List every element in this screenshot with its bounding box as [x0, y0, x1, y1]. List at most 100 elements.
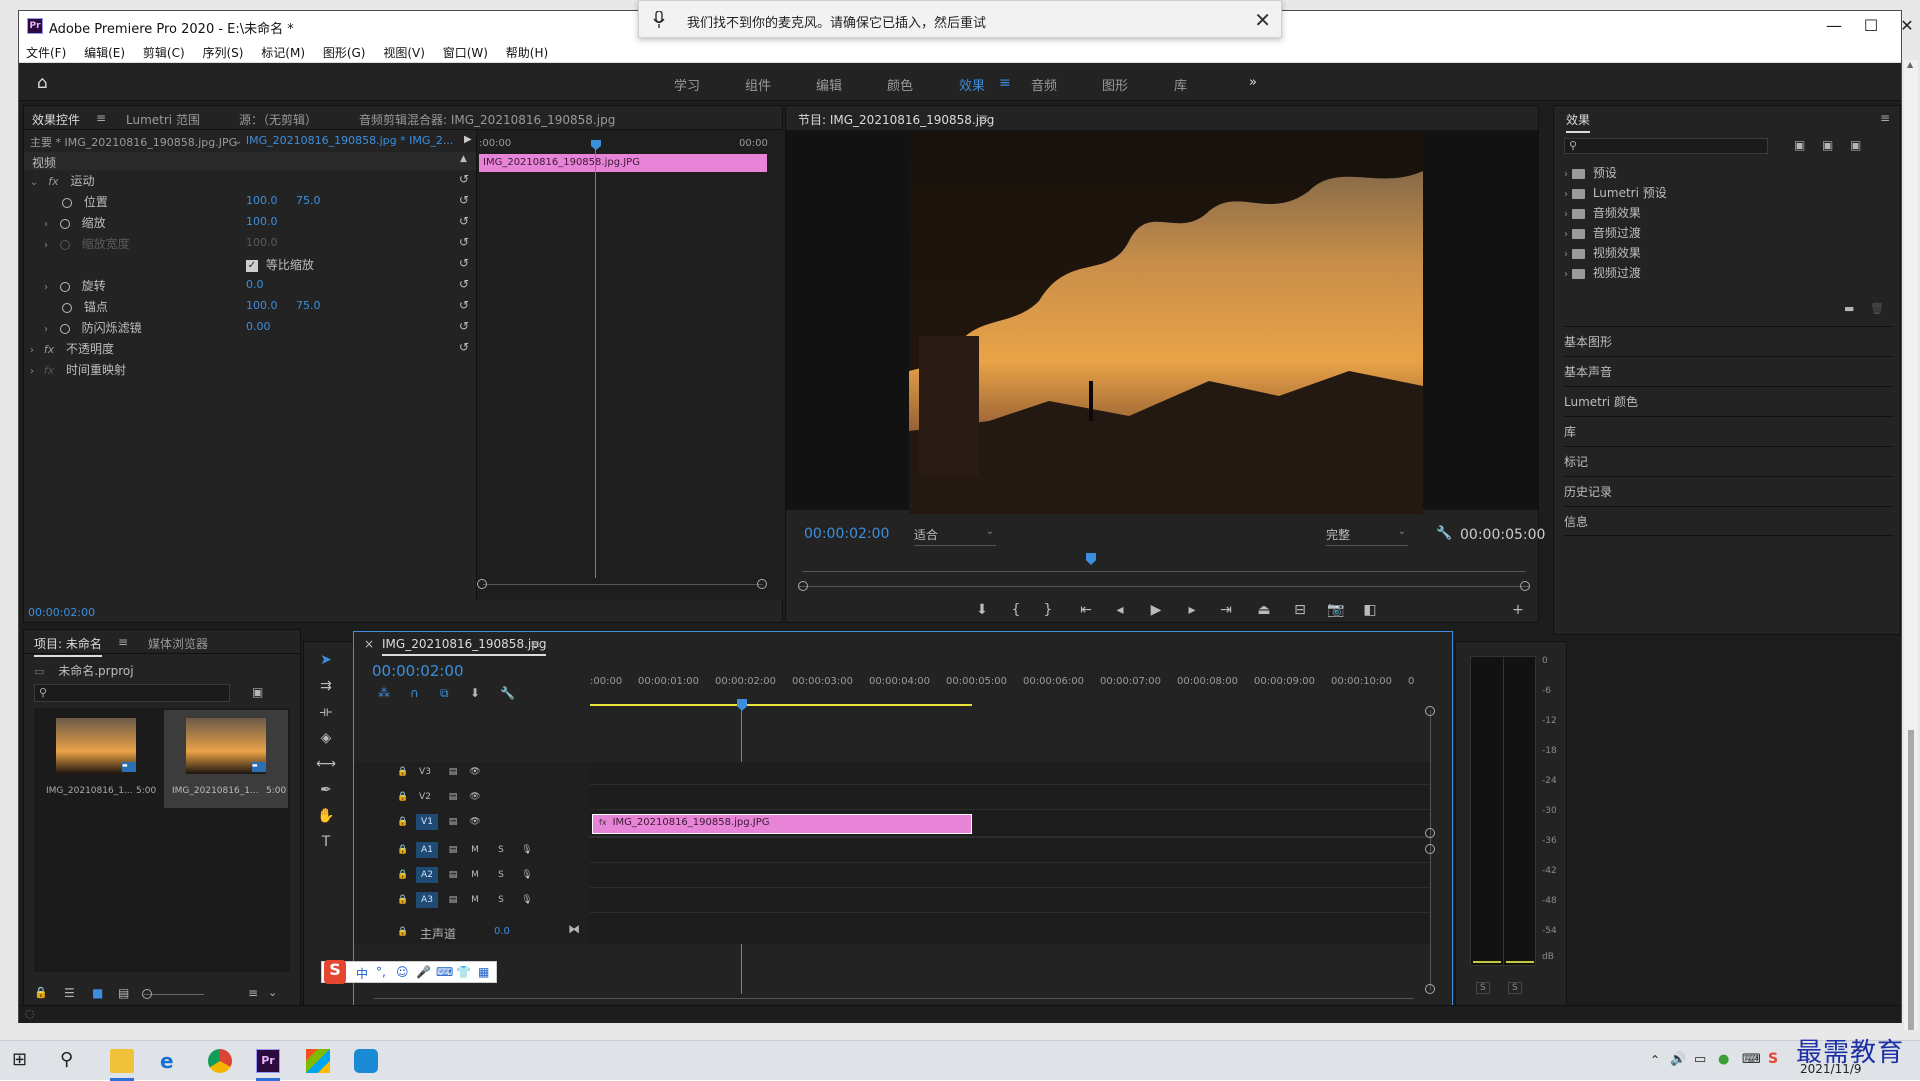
project-item-selected[interactable]: ▬ IMG_20210816_1... 5:00: [164, 710, 288, 808]
go-to-in-icon[interactable]: ⇤: [1076, 602, 1096, 622]
yuv-effects-icon[interactable]: ▣: [1850, 138, 1861, 152]
linked-selection-icon[interactable]: ⧉: [440, 686, 449, 701]
close-icon[interactable]: ✕: [1889, 15, 1920, 37]
track-a2-label[interactable]: A2: [416, 867, 438, 883]
sequence-clip-label[interactable]: IMG_20210816_190858.jpg * IMG_2...: [246, 134, 454, 147]
reset-motion-icon[interactable]: ↺: [459, 172, 469, 186]
sync-lock-icon[interactable]: ▤: [444, 867, 462, 883]
mute-button[interactable]: M: [466, 842, 484, 858]
lock-icon[interactable]: 🔒: [394, 814, 412, 830]
anchor-x-value[interactable]: 100.0: [246, 299, 278, 319]
solo-button[interactable]: S: [492, 842, 510, 858]
panel-menu-icon[interactable]: ≡: [96, 111, 106, 125]
program-timecode[interactable]: 00:00:02:00: [804, 526, 889, 546]
play-icon[interactable]: ▶: [1146, 602, 1166, 622]
chevron-down-icon[interactable]: ⌄: [268, 986, 277, 999]
close-tab-icon[interactable]: ×: [364, 637, 374, 651]
anchor-y-value[interactable]: 75.0: [296, 299, 321, 319]
wrench-icon[interactable]: 🔧: [1436, 526, 1452, 546]
workspace-learn[interactable]: 学习: [674, 75, 700, 94]
fx-icon[interactable]: fx: [44, 343, 54, 356]
fx-icon[interactable]: fx: [44, 364, 54, 377]
32bit-effects-icon[interactable]: ▣: [1822, 138, 1833, 152]
workspace-editing[interactable]: 编辑: [816, 75, 842, 94]
type-tool-icon[interactable]: T: [316, 834, 336, 854]
workspace-menu-icon[interactable]: ≡: [999, 75, 1011, 91]
expand-icon[interactable]: ›: [1564, 169, 1568, 180]
program-monitor-title[interactable]: 节目: IMG_20210816_190858.jpg: [798, 111, 995, 133]
slider-handle-icon[interactable]: [142, 989, 152, 999]
lumetri-color-panel[interactable]: Lumetri 颜色: [1564, 386, 1894, 410]
panel-menu-icon[interactable]: ≡: [978, 111, 988, 125]
effects-lumetri-presets[interactable]: Lumetri 预设: [1593, 186, 1667, 200]
workspace-color[interactable]: 颜色: [887, 75, 913, 94]
minimize-icon[interactable]: —: [1816, 15, 1852, 37]
scroll-handle-icon[interactable]: [1425, 828, 1435, 838]
extract-icon[interactable]: ⊟: [1290, 602, 1310, 622]
menu-edit[interactable]: 编辑(E): [77, 41, 132, 61]
solo-button[interactable]: S: [492, 892, 510, 908]
eye-icon[interactable]: 👁: [466, 789, 484, 805]
menu-clip[interactable]: 剪辑(C): [136, 41, 192, 61]
expand-icon[interactable]: ›: [1564, 229, 1568, 240]
add-marker-icon[interactable]: ⬇: [470, 686, 480, 700]
new-bin-icon[interactable]: ▣: [252, 685, 263, 699]
solo-right-button[interactable]: S: [1508, 982, 1522, 994]
panel-menu-icon[interactable]: ≡: [118, 635, 128, 649]
history-panel[interactable]: 历史记录: [1564, 476, 1894, 500]
icon-view-icon[interactable]: ■: [92, 986, 103, 1000]
lock-icon[interactable]: 🔒: [394, 789, 412, 805]
pen-tool-icon[interactable]: ✒: [316, 782, 336, 802]
photos-icon[interactable]: [306, 1049, 330, 1073]
quality-dropdown[interactable]: 完整: [1326, 528, 1350, 542]
tab-effect-controls[interactable]: 效果控件: [32, 111, 81, 133]
accelerated-effects-icon[interactable]: ▣: [1794, 138, 1805, 152]
menu-graphics[interactable]: 图形(G): [316, 41, 373, 61]
work-area-bar[interactable]: [590, 704, 972, 706]
panel-menu-icon[interactable]: ≡: [530, 637, 540, 651]
go-to-end-icon[interactable]: ⧓: [568, 922, 580, 936]
sync-lock-icon[interactable]: ▤: [444, 764, 462, 780]
workspace-assembly[interactable]: 组件: [745, 75, 771, 94]
zoom-scrollbar[interactable]: [798, 586, 1530, 587]
keyboard-icon[interactable]: ⌨: [436, 965, 453, 979]
menu-sequence[interactable]: 序列(S): [195, 41, 250, 61]
menu-marker[interactable]: 标记(M): [254, 41, 312, 61]
premiere-icon[interactable]: Pr: [256, 1049, 280, 1073]
step-forward-icon[interactable]: ▸: [1182, 602, 1202, 622]
eye-icon[interactable]: 👁: [466, 764, 484, 780]
stopwatch-icon[interactable]: [59, 239, 70, 250]
reset-antiflicker-icon[interactable]: ↺: [459, 319, 469, 333]
master-track-value[interactable]: 0.0: [494, 926, 510, 937]
antiflicker-value[interactable]: 0.00: [246, 320, 271, 340]
track-a1-label[interactable]: A1: [416, 842, 438, 858]
mark-in-icon[interactable]: {: [1006, 602, 1026, 622]
tab-source[interactable]: 源：（无剪辑）: [239, 111, 317, 128]
ripple-edit-tool-icon[interactable]: ⟛: [316, 704, 336, 724]
expand-opacity-icon[interactable]: ›: [30, 345, 34, 356]
sync-lock-icon[interactable]: ▤: [444, 842, 462, 858]
chrome-icon[interactable]: [208, 1049, 232, 1073]
sogou-tray-icon[interactable]: S: [1768, 1051, 1778, 1067]
ime-punctuation-mode[interactable]: °,: [376, 965, 386, 979]
panel-menu-icon[interactable]: ≡: [1880, 111, 1890, 125]
toolbox-icon[interactable]: ▦: [478, 965, 489, 979]
effects-presets[interactable]: 预设: [1593, 166, 1617, 180]
horizontal-scrollbar[interactable]: [374, 998, 1414, 999]
reset-scale-icon[interactable]: ↺: [459, 214, 469, 228]
scroll-handle-right-icon[interactable]: [1520, 581, 1530, 591]
reset-position-icon[interactable]: ↺: [459, 193, 469, 207]
effects-video-effects[interactable]: 视频效果: [1593, 246, 1641, 260]
effects-title[interactable]: 效果: [1566, 111, 1591, 133]
add-button-icon[interactable]: +: [1508, 602, 1528, 622]
expand-icon[interactable]: ›: [1564, 189, 1568, 200]
menu-file[interactable]: 文件(F): [19, 41, 73, 61]
chevron-down-icon[interactable]: ⌄: [1398, 526, 1406, 537]
tray-chevron-icon[interactable]: ⌃: [1650, 1053, 1660, 1067]
expand-scale-icon[interactable]: ›: [44, 219, 48, 230]
mute-button[interactable]: M: [466, 867, 484, 883]
fit-dropdown[interactable]: 适合: [914, 528, 938, 542]
scroll-handle-icon[interactable]: [1425, 984, 1435, 994]
sync-lock-icon[interactable]: ▤: [444, 892, 462, 908]
playhead-icon[interactable]: [737, 699, 747, 711]
